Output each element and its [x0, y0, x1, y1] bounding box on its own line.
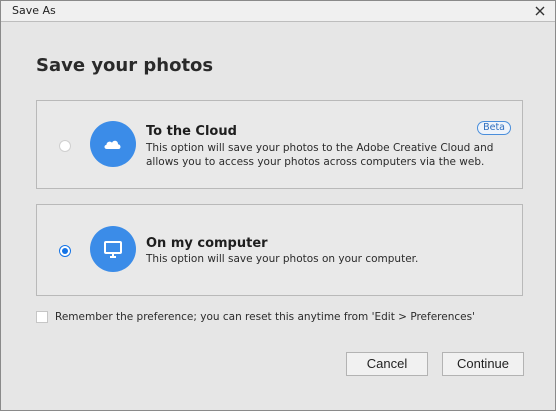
option-computer[interactable]: On my computer This option will save you…: [36, 204, 523, 296]
option-cloud[interactable]: To the Cloud Beta This option will save …: [36, 100, 523, 189]
save-as-dialog: Save As Save your photos To the Cloud Be…: [0, 0, 556, 411]
radio-selected-dot: [62, 248, 68, 254]
remember-checkbox[interactable]: [36, 311, 48, 323]
beta-badge: Beta: [477, 121, 511, 135]
cloud-radio[interactable]: [59, 140, 71, 152]
cloud-option-description: This option will save your photos to the…: [146, 142, 494, 168]
computer-option-title: On my computer: [146, 236, 268, 251]
title-bar: Save As: [1, 1, 555, 22]
window-title: Save As: [12, 4, 56, 17]
computer-option-description: This option will save your photos on you…: [146, 253, 419, 265]
computer-radio[interactable]: [59, 245, 71, 257]
cloud-option-title: To the Cloud: [146, 124, 237, 139]
close-icon[interactable]: [533, 3, 547, 17]
monitor-icon: [90, 226, 136, 272]
dialog-heading: Save your photos: [36, 55, 214, 76]
continue-button[interactable]: Continue: [442, 352, 524, 376]
cloud-icon: [90, 121, 136, 167]
remember-label: Remember the preference; you can reset t…: [55, 311, 475, 323]
cancel-button[interactable]: Cancel: [346, 352, 428, 376]
